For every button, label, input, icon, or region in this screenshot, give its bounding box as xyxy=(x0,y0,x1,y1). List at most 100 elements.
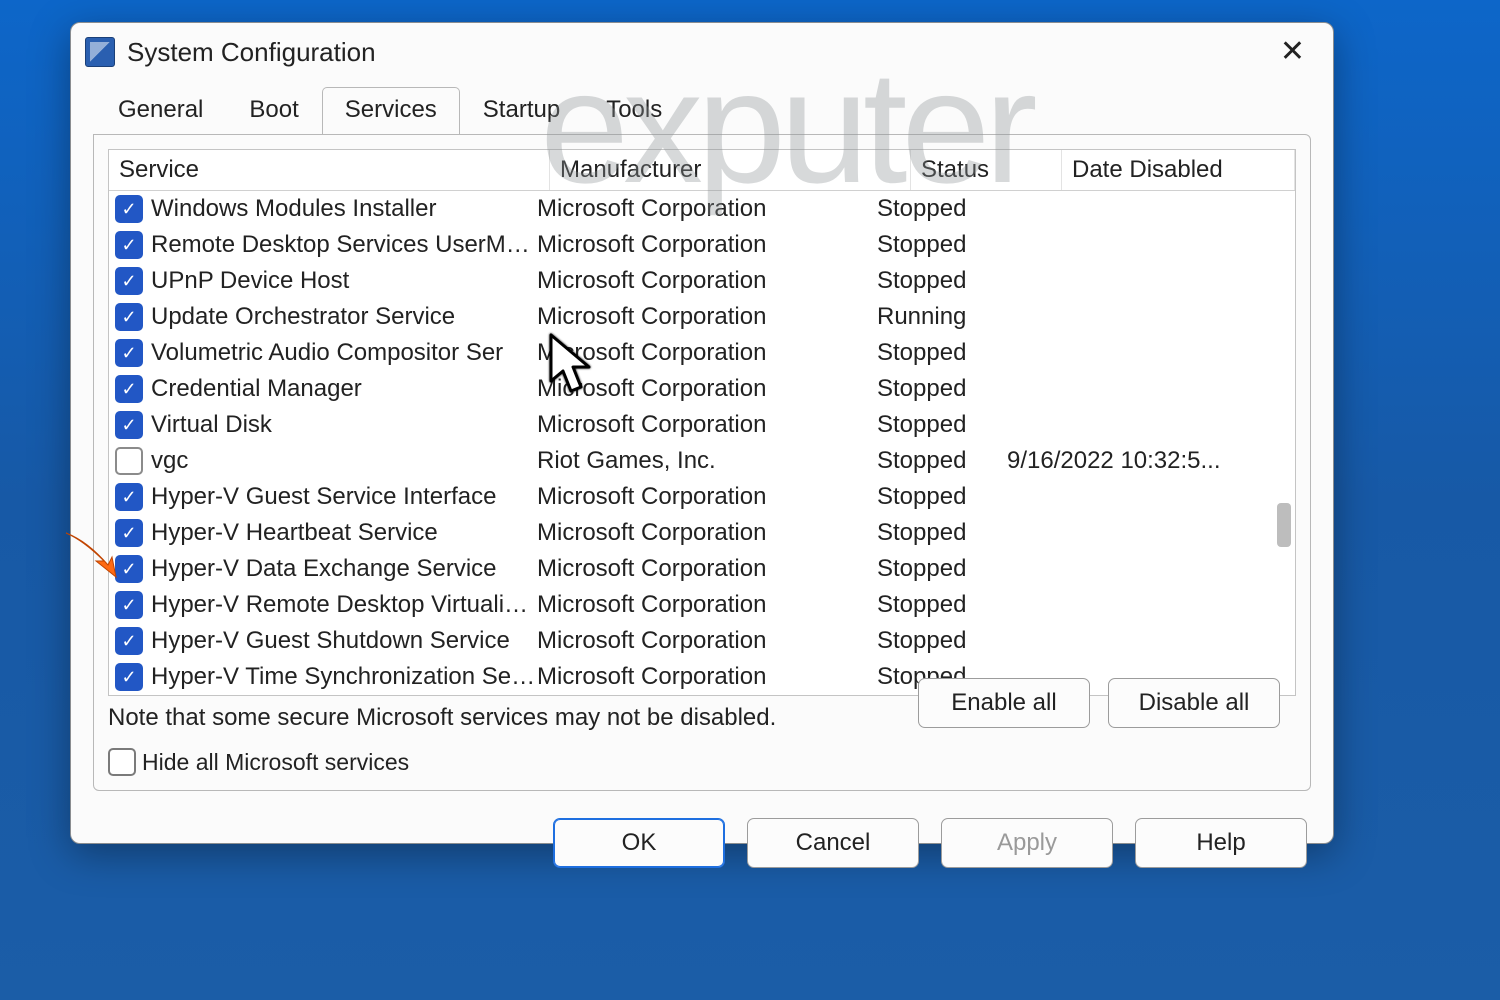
service-checkbox[interactable]: ✓ xyxy=(115,411,143,439)
col-date-disabled[interactable]: Date Disabled xyxy=(1062,150,1295,190)
service-date-disabled: 9/16/2022 10:32:5... xyxy=(1007,445,1291,477)
service-checkbox[interactable] xyxy=(115,447,143,475)
service-status: Stopped xyxy=(877,409,1007,441)
service-manufacturer: Microsoft Corporation xyxy=(537,337,877,369)
service-manufacturer: Microsoft Corporation xyxy=(537,625,877,657)
hide-ms-services-checkbox[interactable] xyxy=(108,748,136,776)
tab-general[interactable]: General xyxy=(95,87,226,134)
col-status[interactable]: Status xyxy=(911,150,1062,190)
dialog-buttons: OK Cancel Apply Help xyxy=(71,808,1333,888)
service-checkbox[interactable]: ✓ xyxy=(115,267,143,295)
service-manufacturer: Microsoft Corporation xyxy=(537,409,877,441)
service-name: Hyper-V Heartbeat Service xyxy=(151,517,537,549)
enable-disable-group: Enable all Disable all xyxy=(918,678,1280,728)
service-status: Stopped xyxy=(877,337,1007,369)
service-name: UPnP Device Host xyxy=(151,265,537,297)
service-manufacturer: Microsoft Corporation xyxy=(537,481,877,513)
service-name: Windows Modules Installer xyxy=(151,193,537,225)
hide-ms-services-label: Hide all Microsoft services xyxy=(142,749,409,776)
service-status: Stopped xyxy=(877,193,1007,225)
service-status: Stopped xyxy=(877,373,1007,405)
disable-all-button[interactable]: Disable all xyxy=(1108,678,1280,728)
msconfig-window: System Configuration ✕ General Boot Serv… xyxy=(70,22,1334,844)
service-row[interactable]: ✓ UPnP Device HostMicrosoft CorporationSt… xyxy=(109,263,1295,299)
service-name: Hyper-V Time Synchronization Serv... xyxy=(151,661,537,693)
service-row[interactable]: ✓ Hyper-V Guest Shutdown ServiceMicrosoft… xyxy=(109,623,1295,659)
close-button[interactable]: ✕ xyxy=(1270,33,1315,71)
service-checkbox[interactable]: ✓ xyxy=(115,483,143,511)
service-checkbox[interactable]: ✓ xyxy=(115,339,143,367)
service-checkbox[interactable]: ✓ xyxy=(115,519,143,547)
service-name: Hyper-V Guest Shutdown Service xyxy=(151,625,537,657)
service-manufacturer: Microsoft Corporation xyxy=(537,589,877,621)
service-row[interactable]: ✓ Hyper-V Data Exchange ServiceMicrosoft … xyxy=(109,551,1295,587)
service-row[interactable]: ✓ Windows Modules InstallerMicrosoft Corp… xyxy=(109,191,1295,227)
titlebar: System Configuration ✕ xyxy=(71,23,1333,79)
service-row[interactable]: ✓ Update Orchestrator ServiceMicrosoft Co… xyxy=(109,299,1295,335)
service-status: Stopped xyxy=(877,481,1007,513)
service-name: vgc xyxy=(151,445,537,477)
service-status: Stopped xyxy=(877,229,1007,261)
scrollbar-thumb[interactable] xyxy=(1277,503,1291,547)
service-manufacturer: Microsoft Corporation xyxy=(537,229,877,261)
service-checkbox[interactable]: ✓ xyxy=(115,663,143,691)
service-checkbox[interactable]: ✓ xyxy=(115,627,143,655)
service-name: Hyper-V Data Exchange Service xyxy=(151,553,537,585)
service-status: Stopped xyxy=(877,445,1007,477)
col-manufacturer[interactable]: Manufacturer xyxy=(550,150,911,190)
service-row[interactable]: ✓ Hyper-V Remote Desktop Virtualiza...Mic… xyxy=(109,587,1295,623)
cancel-button[interactable]: Cancel xyxy=(747,818,919,868)
ok-button[interactable]: OK xyxy=(553,818,725,868)
tab-startup[interactable]: Startup xyxy=(460,87,583,134)
service-row[interactable]: ✓ Hyper-V Guest Service InterfaceMicrosof… xyxy=(109,479,1295,515)
listview-header: Service Manufacturer Status Date Disable… xyxy=(109,150,1295,191)
service-status: Stopped xyxy=(877,553,1007,585)
tab-boot[interactable]: Boot xyxy=(226,87,321,134)
service-name: Volumetric Audio Compositor Ser xyxy=(151,337,537,369)
tab-services[interactable]: Services xyxy=(322,87,460,134)
tabpage-services: Service Manufacturer Status Date Disable… xyxy=(93,134,1311,791)
service-manufacturer: Microsoft Corporation xyxy=(537,301,877,333)
service-manufacturer: Microsoft Corporation xyxy=(537,553,877,585)
service-manufacturer: Microsoft Corporation xyxy=(537,517,877,549)
service-name: Credential Manager xyxy=(151,373,537,405)
service-status: Stopped xyxy=(877,625,1007,657)
service-row[interactable]: ✓ Volumetric Audio Compositor SerMicrosof… xyxy=(109,335,1295,371)
help-button[interactable]: Help xyxy=(1135,818,1307,868)
service-row[interactable]: ✓ Credential ManagerMicrosoft Corporation… xyxy=(109,371,1295,407)
service-name: Hyper-V Guest Service Interface xyxy=(151,481,537,513)
service-checkbox[interactable]: ✓ xyxy=(115,591,143,619)
enable-all-button[interactable]: Enable all xyxy=(918,678,1090,728)
service-checkbox[interactable]: ✓ xyxy=(115,195,143,223)
service-checkbox[interactable]: ✓ xyxy=(115,231,143,259)
service-name: Remote Desktop Services UserMod... xyxy=(151,229,537,261)
service-manufacturer: Microsoft Corporation xyxy=(537,265,877,297)
service-status: Stopped xyxy=(877,265,1007,297)
service-checkbox[interactable]: ✓ xyxy=(115,375,143,403)
service-checkbox[interactable]: ✓ xyxy=(115,303,143,331)
service-row[interactable]: ✓ Hyper-V Heartbeat ServiceMicrosoft Corp… xyxy=(109,515,1295,551)
tab-tools[interactable]: Tools xyxy=(583,87,685,134)
service-name: Hyper-V Remote Desktop Virtualiza... xyxy=(151,589,537,621)
service-manufacturer: Microsoft Corporation xyxy=(537,661,877,693)
service-manufacturer: Microsoft Corporation xyxy=(537,193,877,225)
service-name: Update Orchestrator Service xyxy=(151,301,537,333)
listview-body[interactable]: ✓Windows Modules InstallerMicrosoft Corp… xyxy=(109,191,1295,695)
service-name: Virtual Disk xyxy=(151,409,537,441)
apply-button[interactable]: Apply xyxy=(941,818,1113,868)
service-row[interactable]: ✓ Virtual DiskMicrosoft CorporationStoppe… xyxy=(109,407,1295,443)
service-manufacturer: Riot Games, Inc. xyxy=(537,445,877,477)
tabstrip: General Boot Services Startup Tools xyxy=(71,87,1333,135)
app-icon xyxy=(85,37,115,67)
service-status: Running xyxy=(877,301,1007,333)
window-title: System Configuration xyxy=(127,37,376,68)
hide-ms-services-row[interactable]: Hide all Microsoft services xyxy=(108,748,1296,776)
services-listview[interactable]: Service Manufacturer Status Date Disable… xyxy=(108,149,1296,696)
col-service[interactable]: Service xyxy=(109,150,550,190)
service-manufacturer: Microsoft Corporation xyxy=(537,373,877,405)
service-status: Stopped xyxy=(877,589,1007,621)
service-row[interactable]: ✓ Remote Desktop Services UserMod...Micro… xyxy=(109,227,1295,263)
service-row[interactable]: vgcRiot Games, Inc.Stopped9/16/2022 10:3… xyxy=(109,443,1295,479)
service-status: Stopped xyxy=(877,517,1007,549)
service-checkbox[interactable]: ✓ xyxy=(115,555,143,583)
